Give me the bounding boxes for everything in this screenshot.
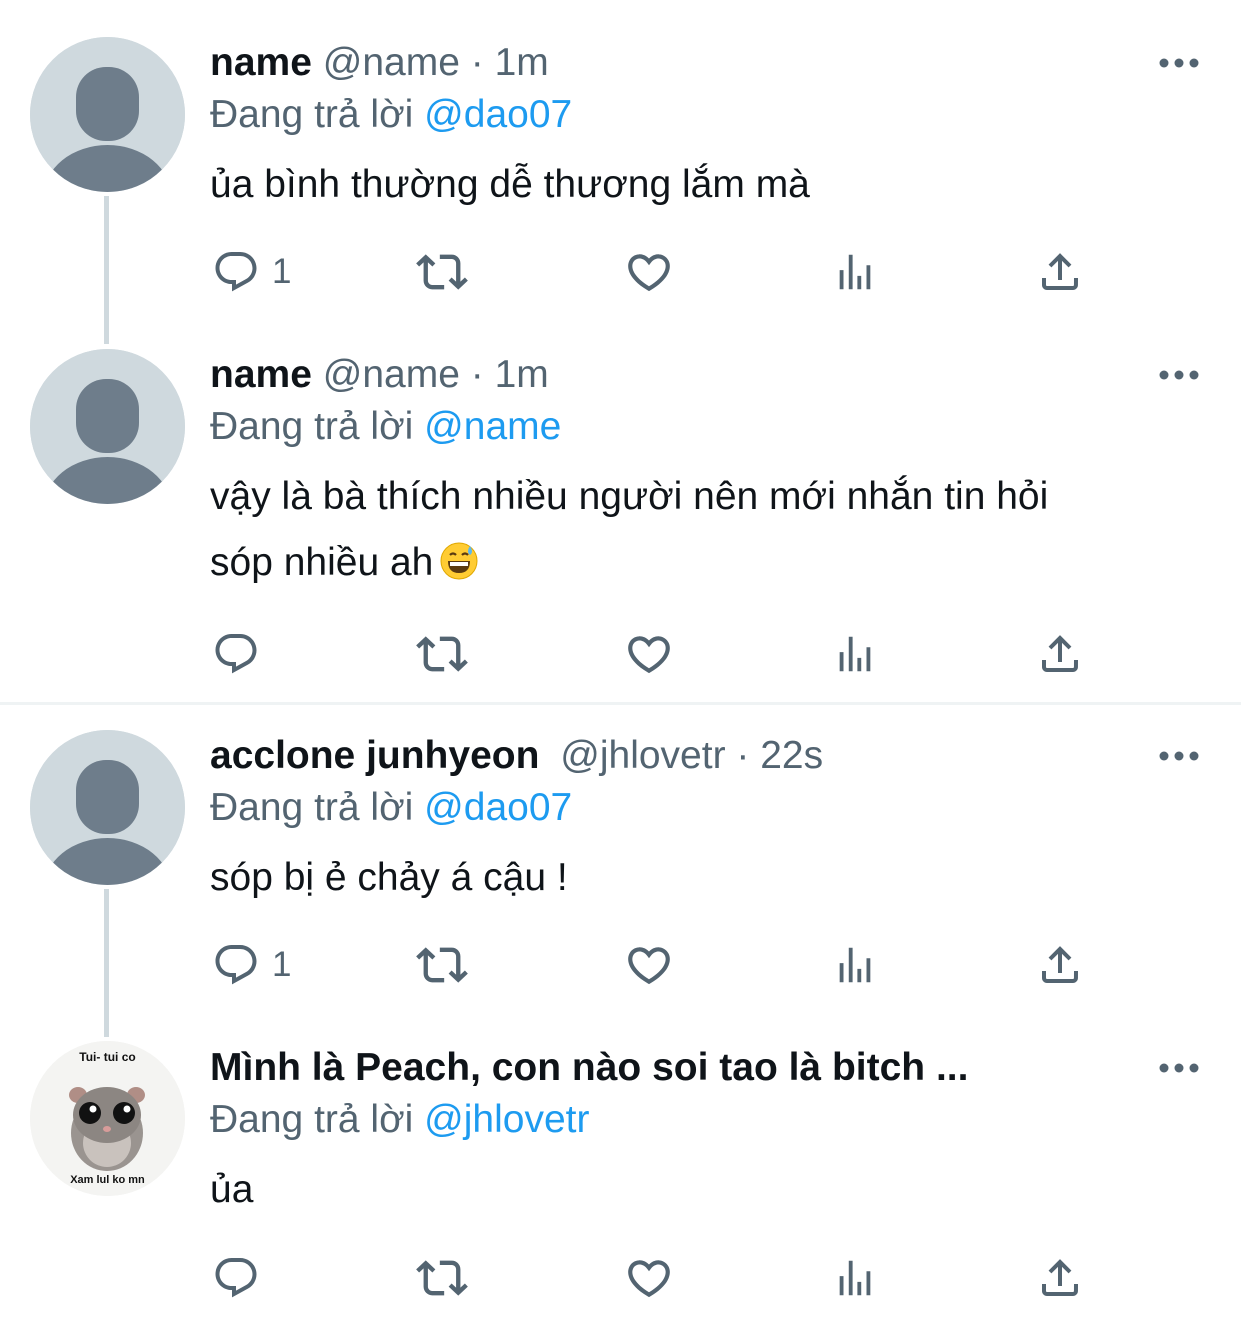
mention-link[interactable]: @jhlovetr [424, 1098, 589, 1141]
avatar[interactable]: Tui- tui co Xam lul ko mn [30, 1041, 185, 1196]
like-icon [628, 1260, 670, 1298]
tweet[interactable]: Tui- tui co Xam lul ko mn Mình là Peach,… [0, 0, 1241, 1318]
retweet-icon [416, 1260, 468, 1296]
avatar-caption-top: Tui- tui co [79, 1050, 135, 1064]
display-name[interactable]: Mình là Peach, con nào soi tao là bitch … [210, 1046, 968, 1089]
more-icon[interactable] [1158, 1061, 1200, 1075]
replying-prefix: Đang trả lời [210, 1098, 425, 1141]
avatar-caption-bottom: Xam lul ko mn [70, 1174, 145, 1186]
views-icon [839, 1260, 871, 1296]
reply-button[interactable] [212, 1250, 272, 1306]
share-icon [1042, 1259, 1078, 1296]
retweet-button[interactable] [416, 1250, 468, 1306]
tweet-text: ủa [210, 1168, 254, 1211]
replying-to: Đang trả lời @jhlovetr [210, 1094, 589, 1146]
views-button[interactable] [832, 1250, 878, 1306]
share-button[interactable] [1036, 1250, 1084, 1306]
like-button[interactable] [624, 1250, 674, 1306]
reply-icon [215, 1258, 257, 1298]
tweet-header: Mình là Peach, con nào soi tao là bitch … [210, 1042, 1070, 1094]
hamster-avatar-image: Tui- tui co Xam lul ko mn [30, 1041, 185, 1196]
